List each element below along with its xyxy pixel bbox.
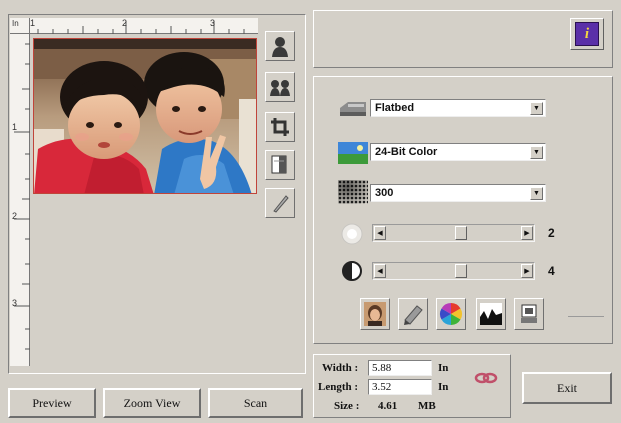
descreen-button[interactable] [514, 298, 544, 330]
v-ruler-mark: 2 [12, 211, 18, 221]
size-label: Size : [334, 400, 360, 412]
size-unit: MB [418, 400, 436, 412]
crop-button[interactable] [265, 112, 295, 142]
brightness-slider[interactable]: ◀ ▶ [372, 224, 535, 242]
ruler-unit-corner: In [10, 18, 30, 34]
brightness-value: 2 [548, 226, 555, 240]
crop-icon [271, 118, 289, 136]
auto-scan-icon [272, 37, 288, 57]
multi-scan-button[interactable] [265, 72, 295, 102]
brightness-slider-thumb[interactable] [454, 226, 467, 240]
auto-scan-button[interactable] [265, 31, 295, 61]
v-ruler-mark: 3 [12, 298, 18, 308]
link-aspect-button[interactable] [472, 366, 500, 390]
color-balance-button[interactable] [436, 298, 466, 330]
histogram-button[interactable] [476, 298, 506, 330]
width-unit: In [438, 362, 449, 374]
chevron-down-icon: ▼ [530, 102, 543, 115]
resolution-select[interactable]: 300 ▼ [370, 184, 546, 202]
image-type-icon [364, 302, 386, 326]
brightness-icon [340, 222, 364, 246]
size-value: 4.61 [378, 400, 398, 412]
length-field[interactable]: 3.52 [368, 379, 432, 395]
contrast-value: 4 [548, 264, 555, 278]
slider-left-arrow[interactable]: ◀ [374, 226, 386, 240]
width-field-value: 5.88 [372, 362, 392, 374]
slider-right-arrow[interactable]: ▶ [521, 264, 533, 278]
preview-photo[interactable] [33, 38, 257, 194]
h-ruler-mark: 1 [30, 18, 36, 28]
color-mode-icon [338, 142, 368, 164]
vertical-ruler: 1 2 3 [10, 34, 30, 366]
scanner-window: 1 2 3 In 1 2 3 Preview Zoom View Scan i … [0, 0, 621, 423]
color-mode-select[interactable]: 24-Bit Color ▼ [370, 143, 546, 161]
pen-tool-button[interactable] [265, 188, 295, 218]
filter-icon [404, 305, 423, 325]
slider-right-arrow[interactable]: ▶ [521, 226, 533, 240]
histogram-icon [480, 303, 502, 325]
color-balance-icon [440, 303, 462, 325]
preview-button[interactable]: Preview [8, 388, 96, 418]
slider-left-arrow[interactable]: ◀ [374, 264, 386, 278]
chevron-down-icon: ▼ [530, 187, 543, 200]
horizontal-ruler: 1 2 3 [30, 18, 258, 34]
resolution-icon [338, 180, 368, 204]
chevron-down-icon: ▼ [530, 146, 543, 159]
width-label: Width : [322, 362, 359, 374]
info-panel [313, 10, 613, 68]
filter-button[interactable] [398, 298, 428, 330]
image-type-button[interactable] [360, 298, 390, 330]
v-ruler-mark: 1 [12, 122, 18, 132]
contrast-slider-thumb[interactable] [454, 264, 467, 278]
info-icon: i [575, 22, 599, 46]
scan-button[interactable]: Scan [208, 388, 303, 418]
ruler-unit-label: In [12, 19, 19, 28]
scanner-icon [338, 98, 368, 118]
invert-icon [271, 155, 287, 174]
contrast-icon [340, 259, 364, 283]
length-field-value: 3.52 [372, 381, 392, 393]
length-label: Length : [318, 381, 359, 393]
scan-source-select[interactable]: Flatbed ▼ [370, 99, 546, 117]
info-button[interactable]: i [570, 18, 604, 50]
resolution-value: 300 [375, 187, 394, 199]
scan-source-value: Flatbed [375, 102, 415, 114]
descreen-icon [521, 304, 537, 323]
pen-tool-icon [273, 195, 289, 213]
zoom-view-button[interactable]: Zoom View [103, 388, 201, 418]
width-field[interactable]: 5.88 [368, 360, 432, 376]
h-ruler-mark: 3 [210, 18, 216, 28]
invert-button[interactable] [265, 150, 295, 180]
chain-link-icon [474, 372, 498, 384]
color-mode-value: 24-Bit Color [375, 146, 438, 158]
h-ruler-mark: 2 [122, 18, 128, 28]
length-unit: In [438, 381, 449, 393]
panel-divider [568, 316, 604, 317]
exit-button[interactable]: Exit [522, 372, 612, 404]
multi-scan-icon [270, 80, 290, 96]
contrast-slider[interactable]: ◀ ▶ [372, 262, 535, 280]
